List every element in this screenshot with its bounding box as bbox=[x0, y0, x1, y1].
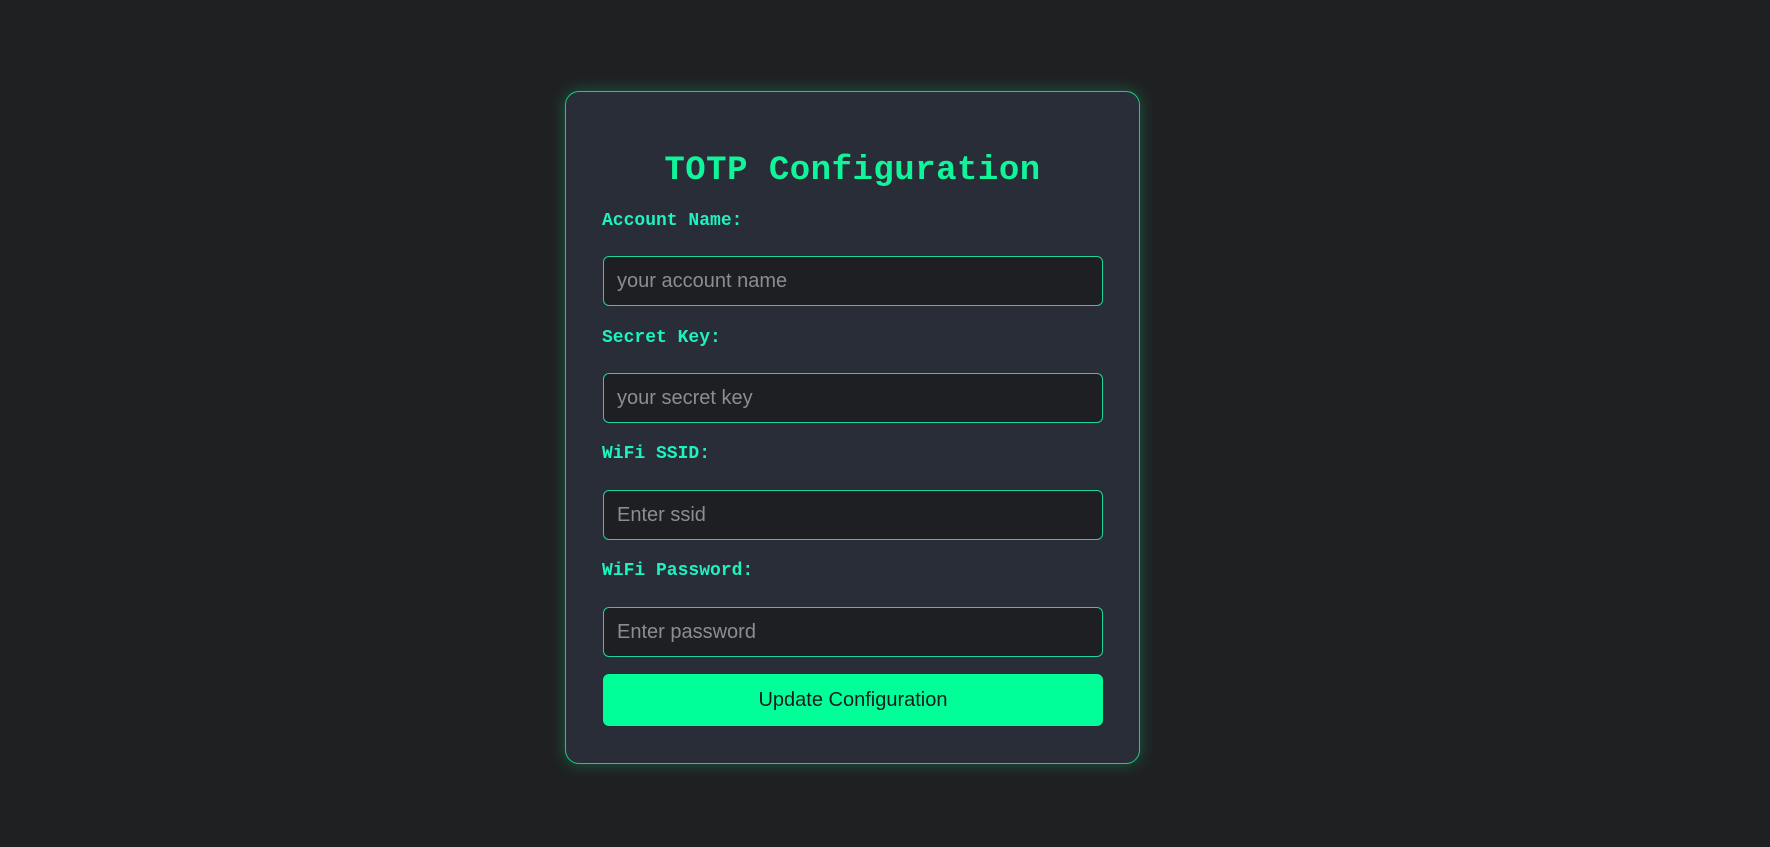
account-name-label: Account Name: bbox=[602, 211, 743, 231]
account-name-input[interactable] bbox=[603, 256, 1103, 306]
secret-key-input[interactable] bbox=[603, 373, 1103, 423]
wifi-password-input[interactable] bbox=[603, 607, 1103, 657]
wifi-password-label: WiFi Password: bbox=[602, 561, 754, 581]
page-title: TOTP Configuration bbox=[664, 152, 1041, 190]
wifi-ssid-input[interactable] bbox=[603, 490, 1103, 540]
wifi-ssid-label: WiFi SSID: bbox=[602, 444, 711, 464]
config-card: TOTP Configuration Account Name: Secret … bbox=[565, 91, 1140, 764]
update-configuration-button[interactable]: Update Configuration bbox=[603, 674, 1103, 726]
secret-key-label: Secret Key: bbox=[602, 328, 721, 348]
